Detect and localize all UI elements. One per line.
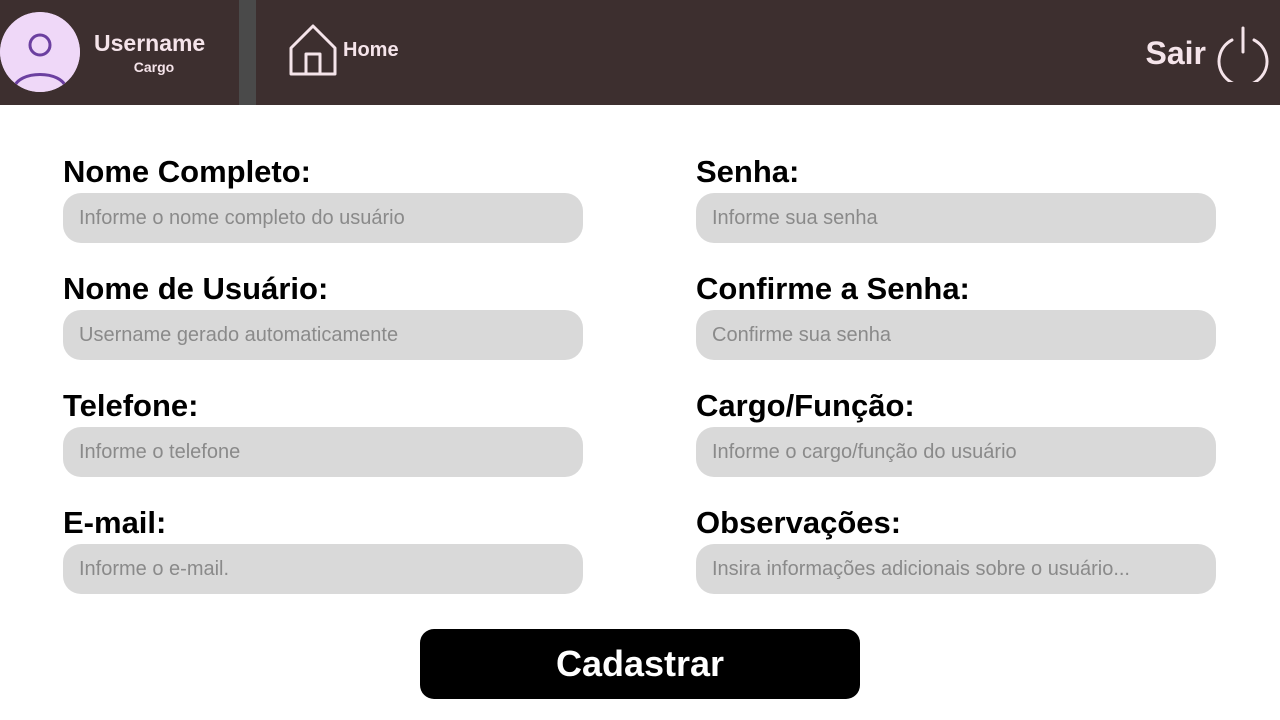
logout-button[interactable]: Sair bbox=[1146, 24, 1270, 82]
full-name-label: Nome Completo: bbox=[63, 154, 311, 189]
user-avatar-icon[interactable] bbox=[0, 12, 80, 92]
email-field[interactable] bbox=[63, 544, 583, 594]
confirm-password-field[interactable] bbox=[696, 310, 1216, 360]
confirm-password-label: Confirme a Senha: bbox=[696, 271, 970, 306]
header-divider bbox=[239, 0, 256, 105]
phone-label: Telefone: bbox=[63, 388, 199, 423]
home-link[interactable]: Home bbox=[287, 22, 399, 78]
top-header: Username Cargo Home Sair bbox=[0, 0, 1280, 105]
username-label: Nome de Usuário: bbox=[63, 271, 329, 306]
email-label: E-mail: bbox=[63, 505, 167, 540]
register-button[interactable]: Cadastrar bbox=[420, 629, 860, 699]
role-label: Cargo/Função: bbox=[696, 388, 915, 423]
full-name-field[interactable] bbox=[63, 193, 583, 243]
password-label: Senha: bbox=[696, 154, 800, 189]
role-field[interactable] bbox=[696, 427, 1216, 477]
username-field[interactable] bbox=[63, 310, 583, 360]
phone-field[interactable] bbox=[63, 427, 583, 477]
user-name: Username bbox=[94, 30, 206, 56]
password-field[interactable] bbox=[696, 193, 1216, 243]
notes-label: Observações: bbox=[696, 505, 902, 540]
home-label: Home bbox=[343, 38, 399, 61]
user-registration-page: Username Cargo Home Sair Nome Completo: … bbox=[0, 0, 1280, 720]
logout-label: Sair bbox=[1145, 34, 1206, 71]
power-icon bbox=[1217, 26, 1269, 82]
notes-field[interactable] bbox=[696, 544, 1216, 594]
house-icon bbox=[289, 24, 337, 76]
user-role: Cargo bbox=[133, 59, 175, 75]
